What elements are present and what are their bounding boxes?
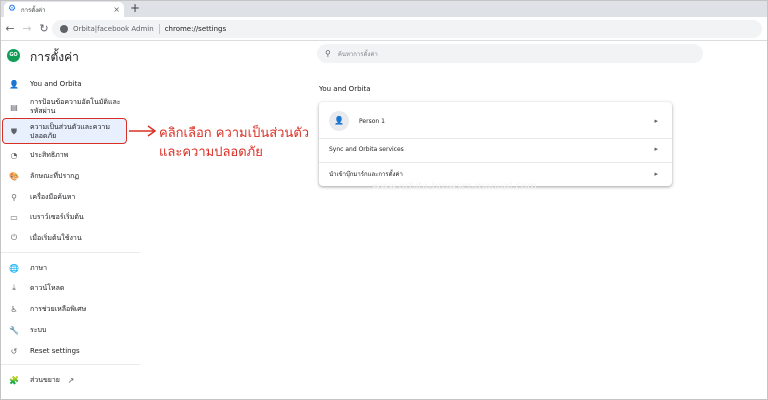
sidebar-item-appearance[interactable]: 🎨 ลักษณะที่ปรากฏ [0, 170, 140, 182]
globe-icon: 🌐 [9, 263, 19, 273]
avatar-icon: 👤 [329, 111, 349, 131]
browser-toolbar: ← → ↻ Orbita|facebook Admin chrome://set… [0, 17, 768, 41]
section-title: You and Orbita [319, 85, 371, 93]
sidebar-item-on-startup[interactable]: ⏻ เมื่อเริ่มต้นใช้งาน [0, 232, 140, 244]
tab-strip: ⚙ การตั้งค่า × + [0, 0, 768, 17]
sidebar-item-default-browser[interactable]: ▭ เบราว์เซอร์เริ่มต้น [0, 211, 140, 223]
row-divider [319, 138, 672, 139]
download-icon: ⤓ [12, 283, 16, 292]
sidebar-item-label: You and Orbita [30, 79, 82, 88]
sidebar-item-label: ส่วนขยาย [30, 375, 60, 384]
import-bookmarks-label: นำเข้าบุ๊กมาร์กและการตั้งค่า [329, 171, 403, 178]
forward-button[interactable]: → [20, 22, 34, 35]
chevron-right-icon: ▸ [654, 170, 658, 178]
sidebar-item-languages[interactable]: 🌐 ภาษา [0, 262, 140, 274]
puzzle-icon: 🧩 [9, 375, 19, 385]
row-divider [319, 162, 672, 163]
address-bar[interactable]: Orbita|facebook Admin chrome://settings [52, 20, 762, 38]
search-placeholder: ค้นหาการตั้งค่า [337, 50, 378, 58]
person-icon: 👤 [9, 79, 19, 89]
sidebar-item-label: ประสิทธิภาพ [30, 150, 69, 159]
wrench-icon: 🔧 [9, 325, 19, 335]
sync-services-label: Sync and Orbita services [329, 145, 404, 153]
sidebar-divider [0, 252, 140, 253]
search-icon: ⚲ [11, 192, 17, 202]
browser-icon: ▭ [10, 212, 18, 222]
sidebar-item-label: ความเป็นส่วนตัวและความปลอดภัย [30, 123, 110, 140]
sidebar-item-label: การช่วยเหลือพิเศษ [30, 304, 87, 313]
import-bookmarks-row[interactable]: นำเข้าบุ๊กมาร์กและการตั้งค่า ▸ [319, 168, 672, 180]
url-text[interactable]: chrome://settings [165, 25, 226, 33]
sidebar-item-system[interactable]: 🔧 ระบบ [0, 324, 140, 336]
omnibox-divider [158, 24, 160, 34]
sidebar-item-you-and-orbita[interactable]: 👤 You and Orbita [0, 78, 140, 90]
sidebar-item-privacy[interactable]: ⛊ ความเป็นส่วนตัวและความปลอดภัย [0, 122, 140, 142]
palette-icon: 🎨 [9, 171, 19, 181]
chevron-right-icon: ▸ [654, 117, 658, 125]
watermark: www.orbita-browser-manual.com [372, 181, 537, 192]
reset-icon: ↺ [10, 346, 18, 356]
page-title: การตั้งค่า [30, 50, 79, 64]
back-button[interactable]: ← [3, 22, 17, 35]
open-in-new-icon: ↗ [67, 375, 75, 385]
new-tab-button[interactable]: + [130, 2, 140, 15]
sidebar-item-label: เครื่องมือค้นหา [30, 192, 76, 201]
site-info-icon[interactable] [60, 25, 68, 33]
sidebar-item-search-engine[interactable]: ⚲ เครื่องมือค้นหา [0, 191, 140, 203]
sidebar-item-label: ระบบ [30, 325, 47, 334]
sidebar-item-label: เบราว์เซอร์เริ่มต้น [30, 212, 84, 221]
tab-close-icon[interactable]: × [113, 5, 120, 14]
sidebar-item-label: Reset settings [30, 346, 80, 355]
sidebar-divider [0, 364, 140, 365]
annotation-text-line1: คลิกเลือก ความเป็นส่วนตัว [159, 126, 310, 141]
tab-title: การตั้งค่า [21, 6, 46, 14]
clipboard-icon: ▤ [10, 102, 18, 112]
search-icon: ⚲ [325, 49, 331, 58]
sidebar-item-reset[interactable]: ↺ Reset settings [0, 345, 140, 357]
shield-icon: ⛊ [11, 127, 17, 136]
speedometer-icon: ◔ [10, 150, 18, 160]
sidebar-item-label: การป้อนข้อความอัตโนมัติและรหัสผ่าน [30, 98, 121, 115]
sidebar-item-extensions[interactable]: 🧩 ส่วนขยาย ↗ [0, 374, 140, 386]
sidebar-item-performance[interactable]: ◔ ประสิทธิภาพ [0, 149, 140, 161]
sync-services-row[interactable]: Sync and Orbita services ▸ [319, 143, 672, 155]
chevron-right-icon: ▸ [654, 145, 658, 153]
sidebar-item-label: ดาวน์โหลด [30, 283, 65, 292]
sidebar-item-label: ลักษณะที่ปรากฏ [30, 171, 80, 180]
annotation-text-line2: และความปลอดภัย [159, 145, 263, 160]
sidebar-item-label: เมื่อเริ่มต้นใช้งาน [30, 233, 82, 242]
you-and-orbita-card: 👤 Person 1 ▸ Sync and Orbita services ▸ … [319, 102, 672, 186]
settings-search-input[interactable]: ⚲ ค้นหาการตั้งค่า [317, 44, 703, 63]
sidebar-item-accessibility[interactable]: ♿ การช่วยเหลือพิเศษ [0, 303, 140, 315]
power-icon: ⏻ [10, 233, 18, 242]
gear-icon: ⚙ [8, 4, 17, 14]
accessibility-icon: ♿ [10, 304, 18, 314]
sidebar-item-label: ภาษา [30, 263, 48, 272]
annotation-arrow-icon [129, 125, 157, 137]
orbita-logo-icon: GO [7, 49, 20, 62]
person-row[interactable]: 👤 Person 1 ▸ [319, 110, 672, 132]
site-name: Orbita|facebook Admin [73, 25, 154, 33]
reload-button[interactable]: ↻ [37, 22, 51, 35]
tab-settings[interactable]: ⚙ การตั้งค่า × [4, 2, 124, 17]
person-name: Person 1 [359, 117, 385, 125]
sidebar-item-autofill[interactable]: ▤ การป้อนข้อความอัตโนมัติและรหัสผ่าน [0, 97, 140, 117]
sidebar-item-downloads[interactable]: ⤓ ดาวน์โหลด [0, 282, 140, 294]
